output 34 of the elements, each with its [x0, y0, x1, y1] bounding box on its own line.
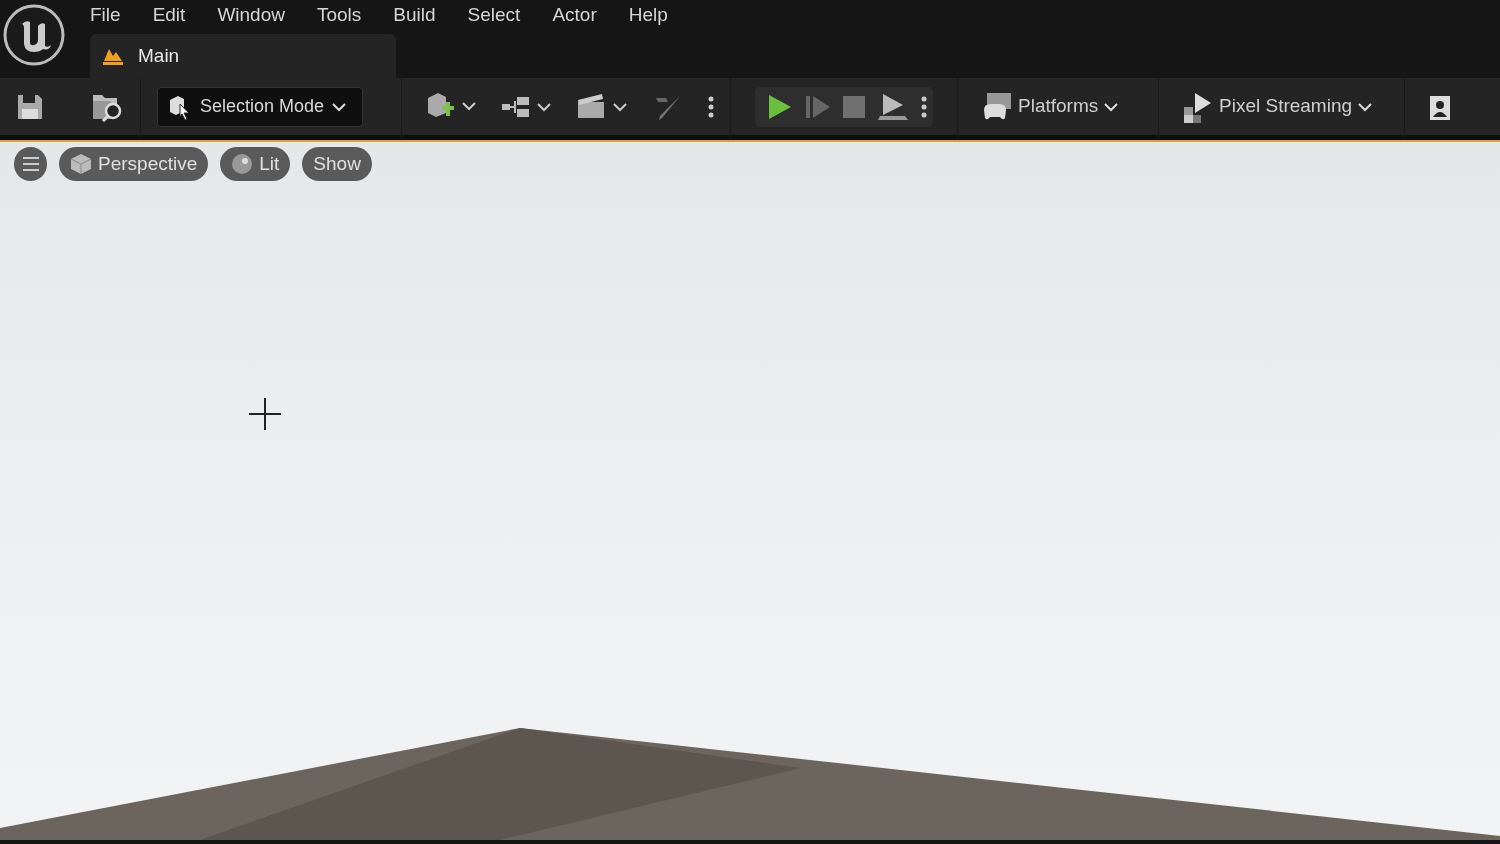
menu-item[interactable]: Actor: [536, 0, 613, 31]
selection-mode-dropdown[interactable]: Selection Mode: [157, 86, 364, 127]
cube-icon: [70, 153, 92, 175]
save-icon[interactable]: [16, 92, 44, 121]
show-button[interactable]: Show: [302, 147, 372, 181]
cube-cursor-icon: [168, 93, 192, 120]
play-icon[interactable]: [767, 93, 793, 120]
hamburger-icon: [22, 157, 39, 171]
platforms-dropdown[interactable]: Platforms: [982, 91, 1119, 122]
crosshair-icon: [249, 398, 281, 430]
play-blocks-icon: [1183, 90, 1213, 123]
advance-frame-icon[interactable]: [805, 93, 831, 120]
perspective-button[interactable]: Perspective: [59, 147, 209, 181]
sphere-icon: [231, 153, 254, 175]
lit-button[interactable]: Lit: [220, 147, 291, 181]
pixel-streaming-dropdown[interactable]: Pixel Streaming: [1183, 90, 1373, 123]
level-icon: [102, 47, 124, 65]
level-tab[interactable]: Main: [90, 34, 396, 78]
menu-item[interactable]: Edit: [136, 0, 202, 31]
monitor-gamepad-icon: [982, 91, 1012, 122]
chevron-down-icon: [1104, 101, 1119, 112]
menu-item[interactable]: Window: [201, 0, 301, 31]
more-options-icon[interactable]: [921, 95, 927, 118]
logo-icon[interactable]: [3, 4, 65, 66]
menu-item[interactable]: Help: [612, 0, 684, 31]
stop-icon[interactable]: [843, 95, 865, 118]
menu-button[interactable]: [14, 147, 47, 181]
menu-item[interactable]: Tools: [300, 0, 378, 31]
menu-item[interactable]: File: [74, 0, 137, 31]
chevron-down-icon: [1358, 101, 1373, 112]
chevron-down-icon: [332, 101, 347, 112]
menu-item[interactable]: Select: [451, 0, 537, 31]
menu-item[interactable]: Build: [377, 0, 452, 31]
more-options-icon[interactable]: [708, 95, 714, 118]
